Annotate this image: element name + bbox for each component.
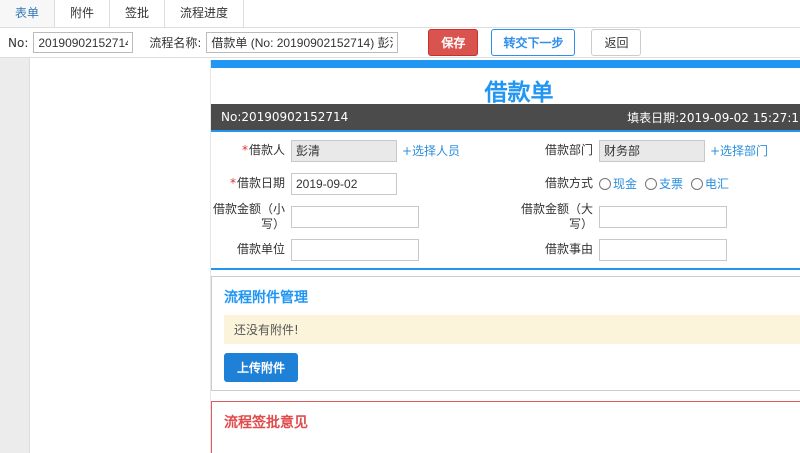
cheque-radio[interactable] — [645, 177, 658, 190]
tab-approval[interactable]: 签批 — [110, 0, 166, 27]
form-panel: 借款单 No:20190902152714 填表日期:2019-09-02 15… — [210, 60, 800, 453]
approval-section: 流程签批意见 B I abc ✎ ∞ ▣ ⚑ ≣ ≡ ⇤ ⇥ ― “ — [211, 401, 800, 453]
form-row-amounts: 借款金额（小写） 借款金额（大写） — [211, 200, 800, 233]
unit-input[interactable] — [291, 238, 419, 261]
upload-attachment-button[interactable]: 上传附件 — [224, 353, 299, 382]
cash-radio[interactable] — [599, 177, 611, 190]
radio-option-wire[interactable]: 电汇 — [691, 175, 729, 192]
cheque-label: 支票 — [659, 177, 684, 191]
amount-big-label: 借款金额（大写） — [520, 201, 593, 231]
process-name-label: 流程名称: — [149, 36, 202, 50]
no-input[interactable] — [33, 32, 134, 53]
cash-label: 现金 — [613, 177, 638, 191]
attachment-section: 流程附件管理 还没有附件! 上传附件 — [211, 276, 800, 391]
amount-small-label-cell: 借款金额（小写） — [211, 202, 291, 232]
borrower-label: 借款人 — [248, 143, 285, 157]
dept-label-cell: 借款部门 — [503, 143, 599, 158]
no-attachment-message: 还没有附件! — [224, 315, 800, 344]
form-row-date-method: * 借款日期 借款方式 现金 支票 电汇 — [211, 167, 800, 200]
no-label: No: — [8, 35, 29, 50]
unit-label: 借款单位 — [236, 242, 285, 256]
borrower-label-cell: * 借款人 — [211, 143, 291, 158]
dept-label: 借款部门 — [544, 143, 593, 157]
amount-small-label: 借款金额（小写） — [212, 201, 285, 231]
date-input[interactable] — [291, 172, 397, 195]
save-button[interactable]: 保存 — [428, 29, 479, 56]
form-meta-bar: No:20190902152714 填表日期:2019-09-02 15:27:… — [211, 104, 800, 130]
select-person-link[interactable]: +选择人员 — [402, 142, 460, 159]
amount-big-field-cell — [599, 205, 800, 228]
method-field-cell: 现金 支票 电汇 — [599, 175, 800, 192]
reason-field-cell — [599, 238, 800, 261]
radio-option-cheque[interactable]: 支票 — [645, 175, 683, 192]
form-row-unit-reason: 借款单位 借款事由 — [211, 233, 800, 266]
reason-label-cell: 借款事由 — [503, 242, 599, 257]
reason-label: 借款事由 — [544, 242, 593, 256]
date-label: 借款日期 — [236, 176, 285, 190]
required-mark: * — [229, 176, 236, 190]
process-name-input[interactable] — [206, 32, 399, 53]
unit-label-cell: 借款单位 — [211, 242, 291, 257]
tab-form[interactable]: 表单 — [0, 0, 56, 27]
panel-accent-bar — [211, 60, 800, 68]
form-row-borrower-dept: * 借款人 +选择人员 借款部门 +选择部门 — [211, 134, 800, 167]
tab-bar: 表单 附件 签批 流程进度 — [0, 0, 800, 28]
dept-input[interactable] — [599, 139, 705, 162]
wire-radio[interactable] — [691, 177, 704, 190]
wire-label: 电汇 — [705, 177, 730, 191]
method-label-cell: 借款方式 — [503, 176, 599, 191]
select-dept-link[interactable]: +选择部门 — [710, 142, 768, 159]
next-step-button[interactable]: 转交下一步 — [491, 29, 576, 56]
tab-attachments[interactable]: 附件 — [55, 0, 111, 27]
radio-option-cash[interactable]: 现金 — [599, 175, 637, 192]
form-title: 借款单 — [484, 80, 554, 106]
unit-field-cell — [291, 238, 503, 261]
tab-progress[interactable]: 流程进度 — [165, 0, 245, 27]
approval-section-title: 流程签批意见 — [224, 415, 308, 431]
method-label: 借款方式 — [544, 176, 593, 190]
left-gutter — [0, 58, 30, 453]
back-button[interactable]: 返回 — [591, 29, 642, 56]
reason-input[interactable] — [599, 238, 727, 261]
borrower-field-cell: +选择人员 — [291, 139, 503, 162]
required-mark: * — [241, 143, 248, 157]
date-label-cell: * 借款日期 — [211, 176, 291, 191]
form-no-text: No:20190902152714 — [221, 110, 349, 124]
amount-big-input[interactable] — [599, 205, 727, 228]
amount-small-field-cell — [291, 205, 503, 228]
form-date-text: 填表日期:2019-09-02 15:27:1 — [627, 110, 799, 125]
borrower-input[interactable] — [291, 139, 397, 162]
form-fields: * 借款人 +选择人员 借款部门 +选择部门 * 借款日期 — [211, 130, 800, 270]
attachment-section-title: 流程附件管理 — [224, 290, 308, 306]
amount-small-input[interactable] — [291, 205, 419, 228]
toolbar: No: 流程名称: 保存 转交下一步 返回 — [0, 28, 800, 58]
date-field-cell — [291, 172, 503, 195]
amount-big-label-cell: 借款金额（大写） — [503, 202, 599, 232]
dept-field-cell: +选择部门 — [599, 139, 800, 162]
